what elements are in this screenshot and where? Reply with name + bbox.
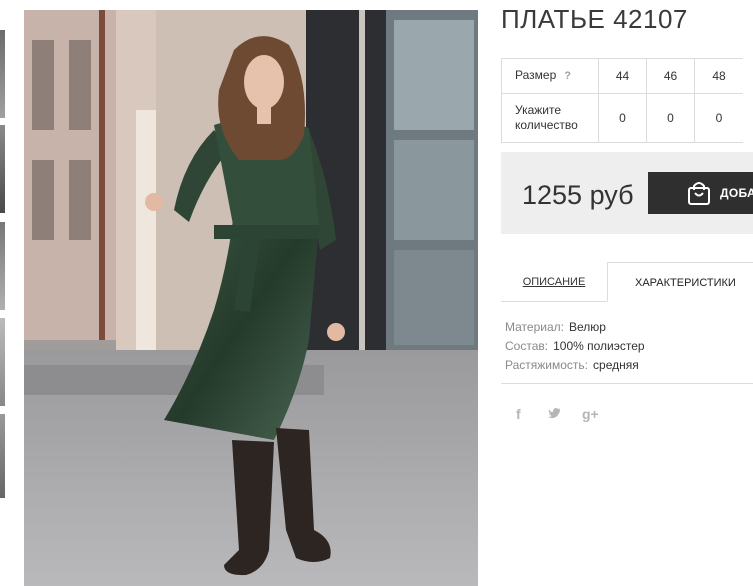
- thumbnail[interactable]: [0, 125, 5, 213]
- quantity-label: Укажите количество: [501, 93, 599, 143]
- size-label-cell: Размер?: [501, 58, 599, 94]
- product-tabs: ОПИСАНИЕ ХАРАКТЕРИСТИКИ: [501, 262, 753, 302]
- help-icon[interactable]: ?: [564, 70, 571, 82]
- product-title: ПЛАТЬЕ 42107: [501, 4, 688, 34]
- price-box: 1255 руб ДОБА: [501, 152, 753, 234]
- product-photo[interactable]: [24, 10, 478, 586]
- google-plus-icon[interactable]: g+: [582, 406, 599, 422]
- spec-value: средняя: [593, 358, 639, 372]
- price: 1255 руб: [522, 180, 634, 210]
- size-option[interactable]: 44: [598, 58, 647, 94]
- spec-row: Растяжимость: средняя: [505, 356, 645, 375]
- quantity-input[interactable]: 0: [646, 93, 695, 143]
- spec-key: Материал:: [505, 320, 564, 334]
- size-option[interactable]: 46: [646, 58, 695, 94]
- thumbnail[interactable]: [0, 30, 5, 118]
- tab-characteristics[interactable]: ХАРАКТЕРИСТИКИ: [607, 262, 753, 302]
- thumbnail-strip: [0, 0, 6, 586]
- size-label: Размер: [515, 68, 557, 82]
- twitter-icon[interactable]: [548, 406, 562, 422]
- size-quantity-table: Размер? 44 46 48 Укажите количество 0 0 …: [501, 58, 743, 143]
- tab-description[interactable]: ОПИСАНИЕ: [501, 262, 607, 302]
- spec-row: Материал: Велюр: [505, 318, 645, 337]
- quantity-input[interactable]: 0: [598, 93, 647, 143]
- divider: [501, 383, 753, 384]
- thumbnail[interactable]: [0, 318, 5, 406]
- spec-row: Состав: 100% полиэстер: [505, 337, 645, 356]
- facebook-icon[interactable]: f: [516, 406, 521, 422]
- spec-value: Велюр: [568, 320, 606, 334]
- quantity-row: Укажите количество 0 0 0: [501, 93, 743, 143]
- thumbnail[interactable]: [0, 414, 5, 498]
- add-to-cart-button[interactable]: ДОБА: [648, 172, 753, 214]
- shopping-bag-icon: [686, 180, 712, 211]
- spec-key: Растяжимость:: [505, 358, 589, 372]
- spec-value: 100% полиэстер: [553, 339, 645, 353]
- quantity-input[interactable]: 0: [694, 93, 743, 143]
- size-row: Размер? 44 46 48: [501, 58, 743, 94]
- thumbnail[interactable]: [0, 222, 5, 310]
- size-option[interactable]: 48: [694, 58, 743, 94]
- spec-key: Состав:: [505, 339, 549, 353]
- add-to-cart-label: ДОБА: [720, 186, 753, 200]
- characteristics-list: Материал: Велюр Состав: 100% полиэстер Рас…: [505, 318, 645, 375]
